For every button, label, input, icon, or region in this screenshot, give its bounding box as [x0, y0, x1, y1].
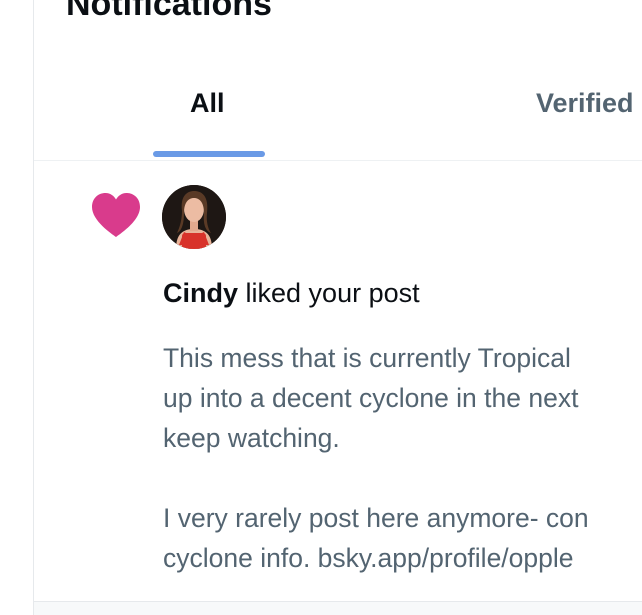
- next-notification-edge: [34, 601, 642, 615]
- post-line: up into a decent cyclone in the next: [163, 383, 579, 413]
- post-line: I very rarely post here anymore- con: [163, 503, 589, 533]
- post-line: This mess that is currently Tropical: [163, 343, 571, 373]
- left-sidebar-edge: [0, 0, 34, 615]
- notification-tabs: All Verified: [34, 52, 642, 161]
- page-title: Notifications: [66, 0, 272, 23]
- active-tab-indicator: [153, 151, 265, 157]
- tab-all[interactable]: All: [190, 88, 225, 119]
- post-paragraph-gap: [163, 458, 642, 498]
- notifications-page: Notifications All Verified Cindy liked y…: [0, 0, 642, 615]
- action-text: liked your post: [238, 278, 420, 308]
- heart-icon: [90, 191, 142, 239]
- post-line: keep watching.: [163, 423, 340, 453]
- actor-name[interactable]: Cindy: [163, 278, 238, 308]
- tab-verified[interactable]: Verified: [536, 88, 634, 119]
- post-line: cyclone info. bsky.app/profile/opple: [163, 543, 574, 573]
- post-preview[interactable]: This mess that is currently Tropical up …: [163, 338, 642, 578]
- notification-item[interactable]: Cindy liked your post This mess that is …: [34, 161, 642, 602]
- notification-summary: Cindy liked your post: [163, 275, 420, 311]
- avatar[interactable]: [162, 185, 226, 249]
